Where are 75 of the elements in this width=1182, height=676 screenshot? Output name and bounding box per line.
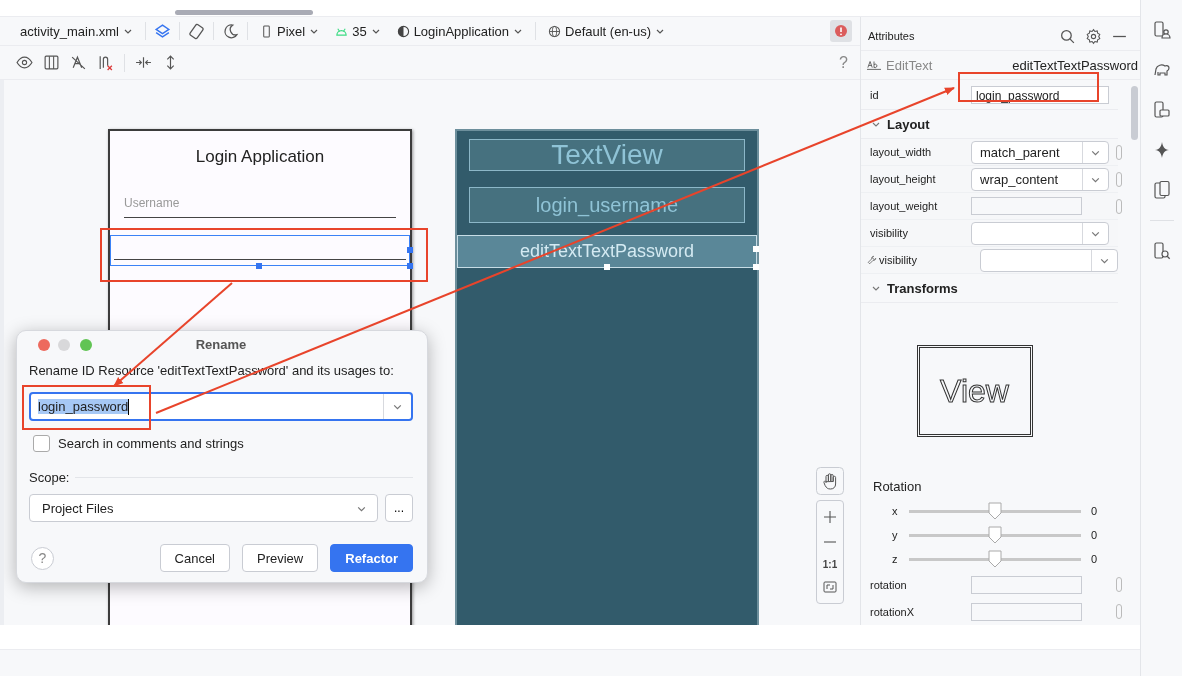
file-dropdown[interactable]: activity_main.xml	[16, 23, 137, 39]
slider-thumb[interactable]	[988, 550, 1002, 568]
slider-reading: 0	[1091, 553, 1098, 565]
scope-label: Scope:	[29, 470, 70, 485]
widget-id: editTextTextPassword	[1012, 57, 1138, 73]
attribute-dropdown[interactable]	[980, 248, 1118, 272]
attribute-field[interactable]	[971, 575, 1082, 594]
globe-icon	[548, 24, 562, 38]
attribute-dropdown[interactable]: wrap_content	[971, 167, 1109, 191]
moon-icon[interactable]	[221, 22, 239, 40]
devices-icon[interactable]	[1151, 100, 1172, 120]
section-header[interactable]: Transforms	[861, 274, 1118, 303]
zoom-in-icon[interactable]	[822, 509, 838, 525]
slider-reading: 0	[1091, 529, 1098, 541]
horizontal-align-icon[interactable]	[135, 54, 152, 71]
slider-thumb[interactable]	[988, 502, 1002, 520]
checkbox[interactable]	[33, 435, 50, 452]
slider-thumb[interactable]	[988, 526, 1002, 544]
slider-reading: 0	[1091, 505, 1098, 517]
columns-icon[interactable]	[43, 54, 60, 71]
attribute-label: rotation	[870, 578, 908, 591]
pan-hand-icon[interactable]	[816, 467, 844, 495]
axis-label: x	[892, 505, 899, 517]
attribute-label: visibility	[879, 254, 918, 266]
resource-picker-icon[interactable]	[1116, 577, 1122, 592]
attribute-label: rotationX	[870, 605, 916, 618]
actual-size-button[interactable]: 1:1	[822, 559, 838, 570]
dialog-button[interactable]: Cancel	[159, 544, 230, 572]
attribute-dropdown[interactable]	[971, 221, 1109, 245]
scrollbar-thumb[interactable]	[175, 10, 313, 15]
window-controls-icon[interactable]	[37, 338, 95, 352]
attribute-label: visibility	[870, 227, 909, 239]
locale-dropdown[interactable]: Default (en-us)	[544, 23, 669, 39]
device-frame-icon[interactable]	[1151, 180, 1172, 200]
eye-icon[interactable]	[16, 54, 33, 71]
attribute-dropdown[interactable]: match_parent	[971, 140, 1109, 164]
new-name-field[interactable]: login_password	[29, 392, 413, 421]
resource-picker-icon[interactable]	[1116, 604, 1122, 619]
scrollbar-thumb[interactable]	[1131, 86, 1138, 140]
app-title: Login Application	[194, 147, 326, 167]
dialog-title: Rename	[195, 336, 247, 352]
clear-constraints-icon[interactable]	[97, 54, 114, 71]
palette-person-icon[interactable]	[1151, 20, 1172, 40]
device-dropdown[interactable]: Pixel	[255, 23, 324, 39]
rotation-label: Rotation	[872, 479, 923, 496]
device-search-icon[interactable]	[1151, 241, 1172, 261]
rotate-icon[interactable]	[187, 22, 205, 40]
checkbox-label[interactable]: Search in comments and strings	[58, 436, 244, 451]
layers-icon[interactable]	[153, 22, 171, 40]
theme-dropdown[interactable]: LoginApplication	[392, 23, 528, 39]
panel-title: Attributes	[868, 30, 915, 42]
attribute-label: layout_height	[870, 173, 937, 185]
attribute-label: layout_weight	[870, 200, 939, 212]
text-widget-icon	[867, 59, 881, 71]
wrench-icon	[867, 255, 877, 265]
attribute-label: id	[870, 88, 880, 101]
view-preview: View	[916, 345, 1033, 437]
api-level-dropdown[interactable]: 35	[331, 23, 385, 39]
fit-screen-icon[interactable]	[822, 579, 838, 595]
contrast-icon	[396, 24, 410, 38]
widget-type: EditText	[886, 57, 933, 73]
password-field[interactable]	[110, 235, 410, 266]
refactor-button[interactable]: Refactor	[330, 544, 413, 572]
browse-button[interactable]: ...	[385, 494, 413, 522]
search-icon[interactable]	[1059, 27, 1076, 45]
axis-label: y	[892, 529, 899, 541]
dialog-button[interactable]: Preview	[242, 544, 319, 572]
help-button[interactable]: ?	[31, 546, 54, 570]
error-icon[interactable]	[830, 20, 852, 42]
settings-icon[interactable]	[1085, 27, 1102, 45]
attribute-label: layout_width	[870, 146, 933, 158]
attribute-field[interactable]	[971, 602, 1082, 621]
scope-dropdown[interactable]: Project Files	[29, 494, 378, 522]
attribute-field[interactable]	[971, 197, 1082, 215]
axis-label: z	[892, 553, 899, 565]
